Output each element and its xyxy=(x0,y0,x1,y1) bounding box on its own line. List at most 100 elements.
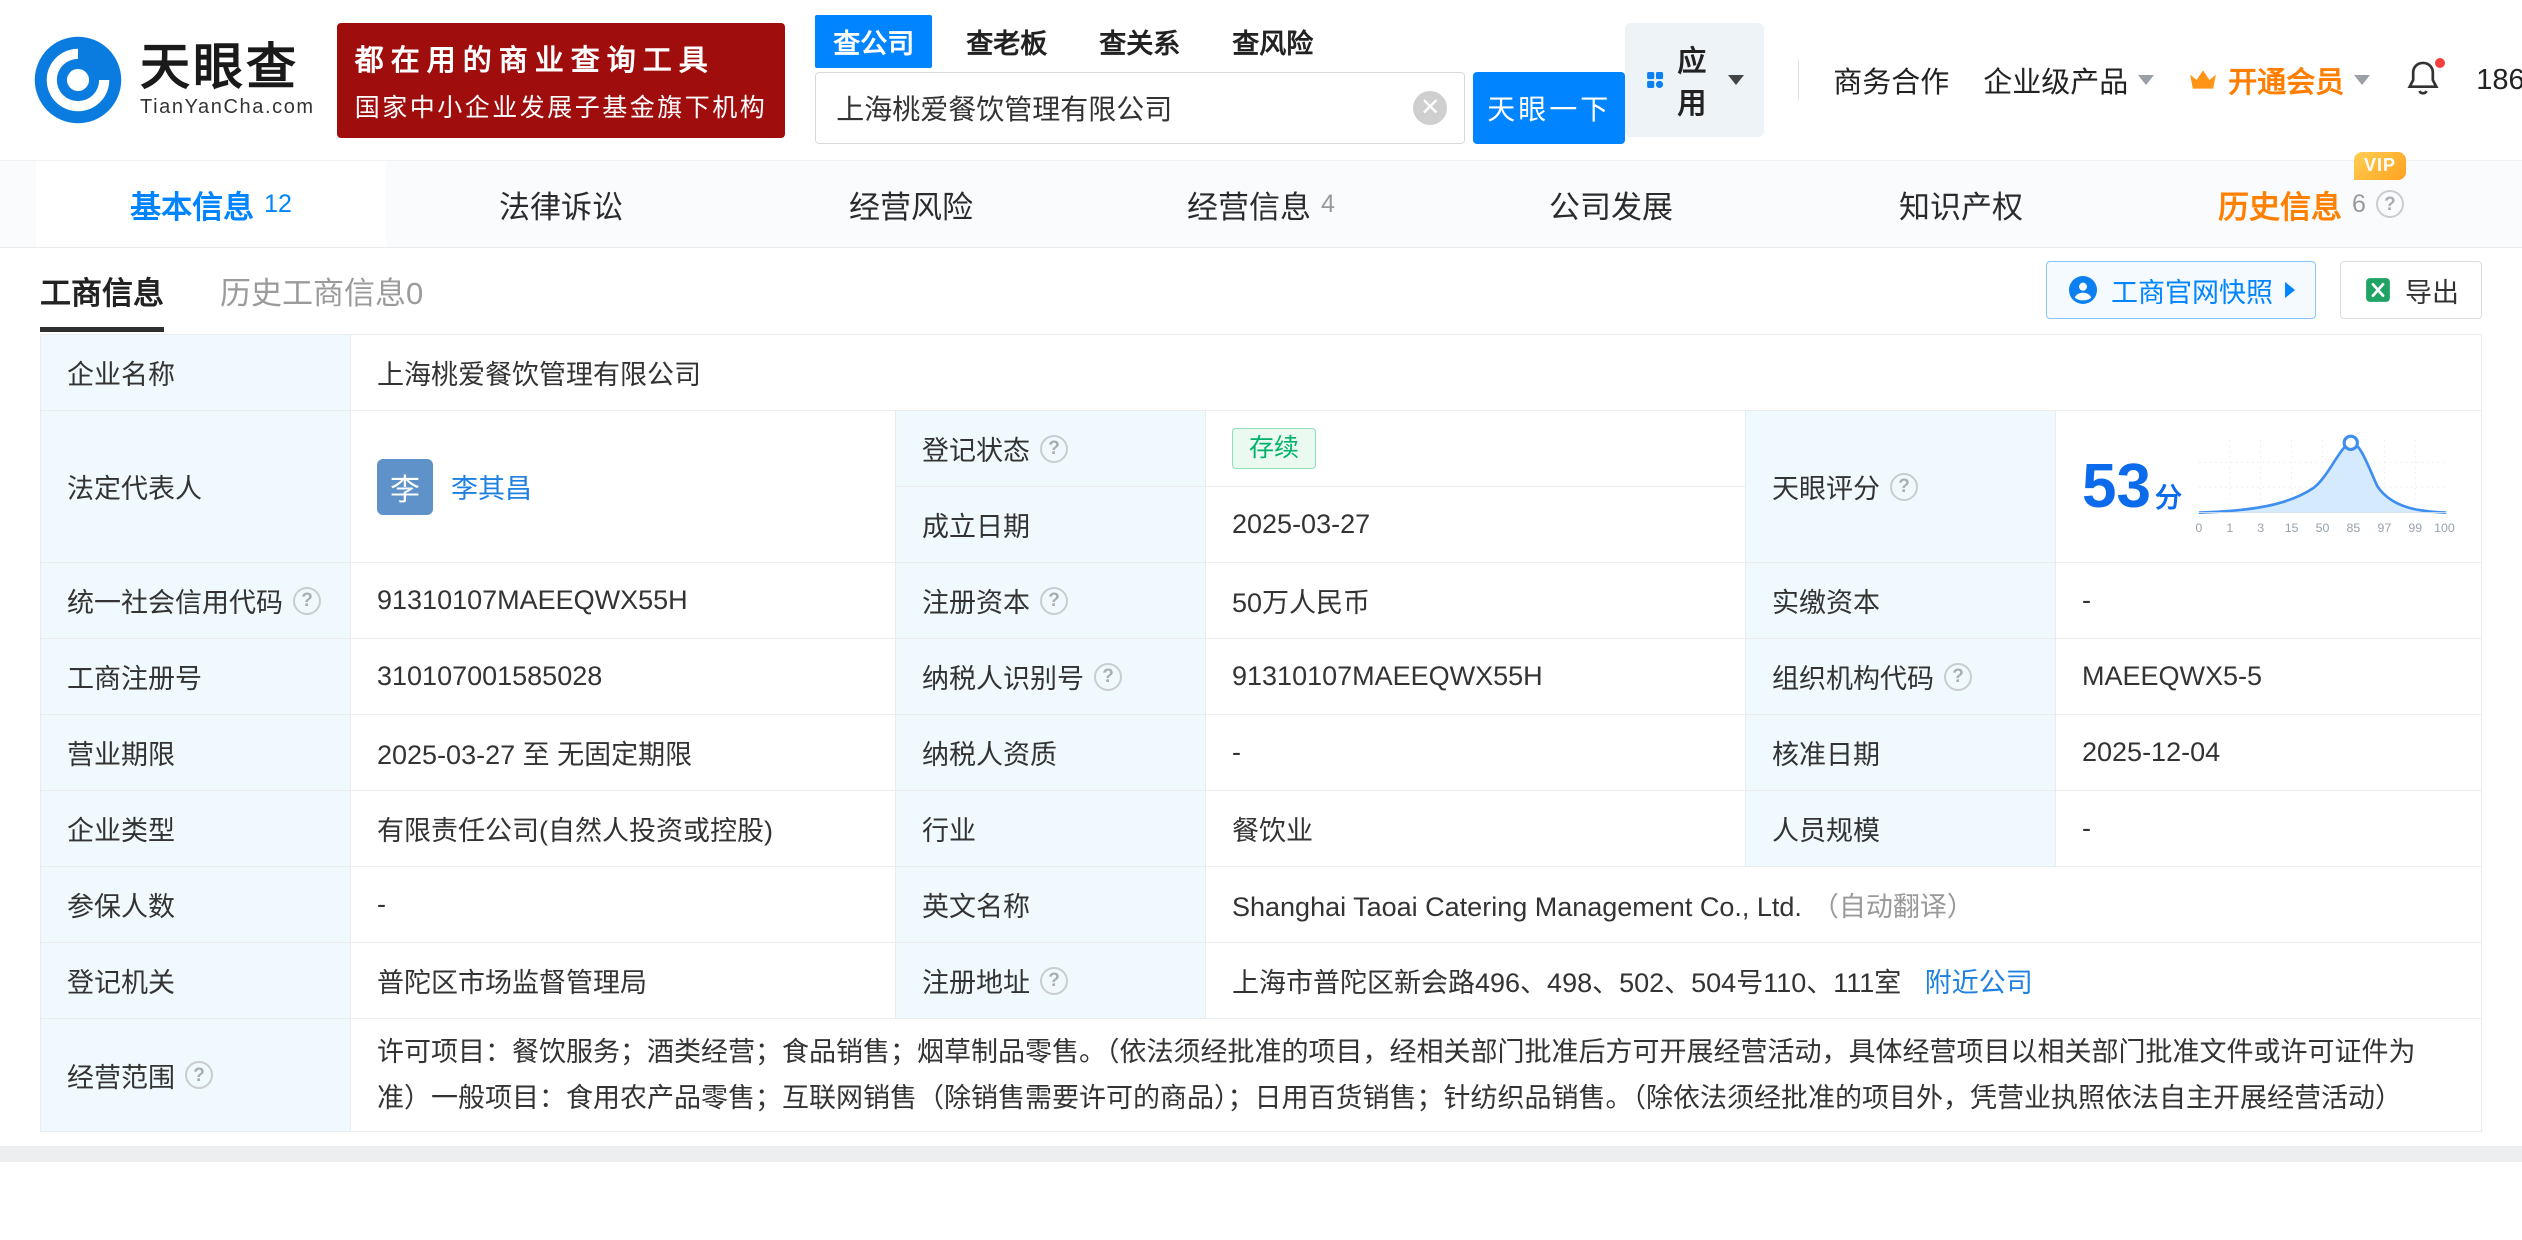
field-label-organization-code: 组织机构代码? xyxy=(1746,639,2056,715)
status-badge: 存续 xyxy=(1232,428,1316,469)
field-value-company-name: 上海桃爱餐饮管理有限公司 xyxy=(351,335,2482,411)
field-label-insured-count: 参保人数 xyxy=(41,867,351,943)
field-label-taxpayer-id: 纳税人识别号? xyxy=(896,639,1206,715)
tab-operating-info[interactable]: 经营信息 4 xyxy=(1086,161,1436,247)
search-tab-company[interactable]: 查公司 xyxy=(815,15,932,68)
score-axis-tick: 1 xyxy=(2226,521,2233,535)
score-axis-tick: 99 xyxy=(2408,521,2422,535)
field-label-business-term: 营业期限 xyxy=(41,715,351,791)
field-value-tianyan-score: 53 分 0 xyxy=(2056,411,2482,563)
table-row: 登记机关 普陀区市场监督管理局 注册地址? 上海市普陀区新会路496、498、5… xyxy=(41,943,2482,1019)
apps-menu-button[interactable]: 应用 xyxy=(1625,23,1764,137)
tab-count: 4 xyxy=(1321,190,1335,219)
score-axis-tick: 15 xyxy=(2285,521,2299,535)
chevron-down-icon xyxy=(2354,75,2370,85)
divider xyxy=(1798,59,1799,101)
auto-translate-note: （自动翻译） xyxy=(1812,892,1974,922)
field-label-registration-status: 登记状态? xyxy=(896,411,1206,487)
field-label-company-name: 企业名称 xyxy=(41,335,351,411)
search-tab-risk[interactable]: 查风险 xyxy=(1214,15,1331,68)
help-icon[interactable]: ? xyxy=(1944,663,1972,691)
official-snapshot-button[interactable]: 工商官网快照 xyxy=(2046,261,2316,319)
subtab-business-registration[interactable]: 工商信息 xyxy=(40,248,164,332)
promo-banner: 都在用的商业查询工具 国家中小企业发展子基金旗下机构 xyxy=(337,23,786,138)
nav-business-cooperation[interactable]: 商务合作 xyxy=(1833,59,1949,101)
notification-bell-icon[interactable] xyxy=(2404,59,2442,102)
help-icon[interactable]: ? xyxy=(1040,435,1068,463)
help-icon[interactable]: ? xyxy=(293,587,321,615)
score-number[interactable]: 53 分 xyxy=(2082,451,2182,522)
legal-rep-link[interactable]: 李其昌 xyxy=(451,467,532,506)
tab-intellectual-property[interactable]: 知识产权 xyxy=(1786,161,2136,247)
score-axis-tick: 50 xyxy=(2316,521,2330,535)
page-header: 天眼查 TianYanCha.com 都在用的商业查询工具 国家中小企业发展子基… xyxy=(0,0,2522,160)
field-label-staff-size: 人员规模 xyxy=(1746,791,2056,867)
field-value-industry: 餐饮业 xyxy=(1206,791,1746,867)
chevron-down-icon xyxy=(2138,75,2154,85)
field-label-registered-address: 注册地址? xyxy=(896,943,1206,1019)
search-input[interactable] xyxy=(815,72,1465,144)
nav-enterprise-products[interactable]: 企业级产品 xyxy=(1983,59,2154,101)
search-tabs: 查公司 查老板 查关系 查风险 xyxy=(815,17,1625,67)
subtab-history-business-registration[interactable]: 历史工商信息0 xyxy=(220,248,423,332)
field-value-registration-number: 310107001585028 xyxy=(351,639,896,715)
legal-rep-avatar[interactable]: 李 xyxy=(377,459,433,515)
page-bottom-strip xyxy=(0,1146,2522,1162)
field-label-taxpayer-qualification: 纳税人资质 xyxy=(896,715,1206,791)
tab-legal-proceedings[interactable]: 法律诉讼 xyxy=(386,161,736,247)
field-value-registration-authority: 普陀区市场监督管理局 xyxy=(351,943,896,1019)
field-value-registration-status: 存续 xyxy=(1206,411,1746,487)
help-icon[interactable]: ? xyxy=(2376,190,2404,218)
excel-icon xyxy=(2363,275,2393,305)
tab-history-info[interactable]: 历史信息 VIP 6 ? xyxy=(2136,161,2486,247)
score-marker-dot xyxy=(2344,436,2357,449)
field-value-english-name: Shanghai Taoai Catering Management Co., … xyxy=(1206,867,2482,943)
field-label-tianyan-score: 天眼评分? xyxy=(1746,411,2056,563)
table-row: 统一社会信用代码? 91310107MAEEQWX55H 注册资本? 50万人民… xyxy=(41,563,2482,639)
score-axis-tick: 85 xyxy=(2347,521,2361,535)
user-phone[interactable]: 186*... xyxy=(2476,64,2522,97)
notification-dot xyxy=(2432,55,2448,71)
nearby-companies-link[interactable]: 附近公司 xyxy=(1925,968,2033,998)
field-value-registered-address: 上海市普陀区新会路496、498、502、504号110、111室 附近公司 xyxy=(1206,943,2482,1019)
field-label-credit-code: 统一社会信用代码? xyxy=(41,563,351,639)
promo-line1: 都在用的商业查询工具 xyxy=(355,37,768,79)
field-value-paid-in-capital: - xyxy=(2056,563,2482,639)
clear-search-icon[interactable]: ✕ xyxy=(1413,91,1447,125)
search-tab-relation[interactable]: 查关系 xyxy=(1081,15,1198,68)
table-row: 法定代表人 李 李其昌 登记状态? 存续 天眼评分? 53 分 xyxy=(41,411,2482,487)
search-button[interactable]: 天眼一下 xyxy=(1473,72,1625,144)
field-label-approval-date: 核准日期 xyxy=(1746,715,2056,791)
badge-icon xyxy=(2067,274,2099,306)
export-button[interactable]: 导出 xyxy=(2340,261,2482,319)
score-distribution-chart: 0 1 3 15 50 85 97 99 100 xyxy=(2190,431,2455,543)
tab-operating-risk[interactable]: 经营风险 xyxy=(736,161,1086,247)
promo-line2: 国家中小企业发展子基金旗下机构 xyxy=(355,88,768,124)
brand-domain: TianYanCha.com xyxy=(140,96,315,119)
tianyancha-logo[interactable]: 天眼查 TianYanCha.com xyxy=(32,34,315,126)
chevron-down-icon xyxy=(1728,75,1744,85)
field-label-registered-capital: 注册资本? xyxy=(896,563,1206,639)
help-icon[interactable]: ? xyxy=(185,1061,213,1089)
help-icon[interactable]: ? xyxy=(1094,663,1122,691)
help-icon[interactable]: ? xyxy=(1040,587,1068,615)
nav-open-vip[interactable]: 开通会员 xyxy=(2188,59,2370,101)
table-row: 参保人数 - 英文名称 Shanghai Taoai Catering Mana… xyxy=(41,867,2482,943)
tab-basic-info[interactable]: 基本信息 12 xyxy=(36,161,386,247)
table-row: 经营范围? 许可项目：餐饮服务；酒类经营；食品销售；烟草制品零售。（依法须经批准… xyxy=(41,1019,2482,1132)
tab-company-development[interactable]: 公司发展 xyxy=(1436,161,1786,247)
sub-tab-bar: 工商信息 历史工商信息0 工商官网快照 导出 xyxy=(0,248,2522,332)
chevron-right-icon xyxy=(2285,282,2295,298)
score-axis-tick: 97 xyxy=(2377,521,2391,535)
search-tab-boss[interactable]: 查老板 xyxy=(948,15,1065,68)
field-value-company-type: 有限责任公司(自然人投资或控股) xyxy=(351,791,896,867)
field-label-business-scope: 经营范围? xyxy=(41,1019,351,1132)
help-icon[interactable]: ? xyxy=(1890,473,1918,501)
tab-count: 12 xyxy=(264,190,292,219)
table-row: 企业名称 上海桃爱餐饮管理有限公司 xyxy=(41,335,2482,411)
help-icon[interactable]: ? xyxy=(1040,967,1068,995)
field-value-established-date: 2025-03-27 xyxy=(1206,487,1746,563)
score-axis-tick: 0 xyxy=(2195,521,2202,535)
tab-count: 6 xyxy=(2352,190,2366,219)
field-value-business-scope: 许可项目：餐饮服务；酒类经营；食品销售；烟草制品零售。（依法须经批准的项目，经相… xyxy=(351,1019,2482,1132)
